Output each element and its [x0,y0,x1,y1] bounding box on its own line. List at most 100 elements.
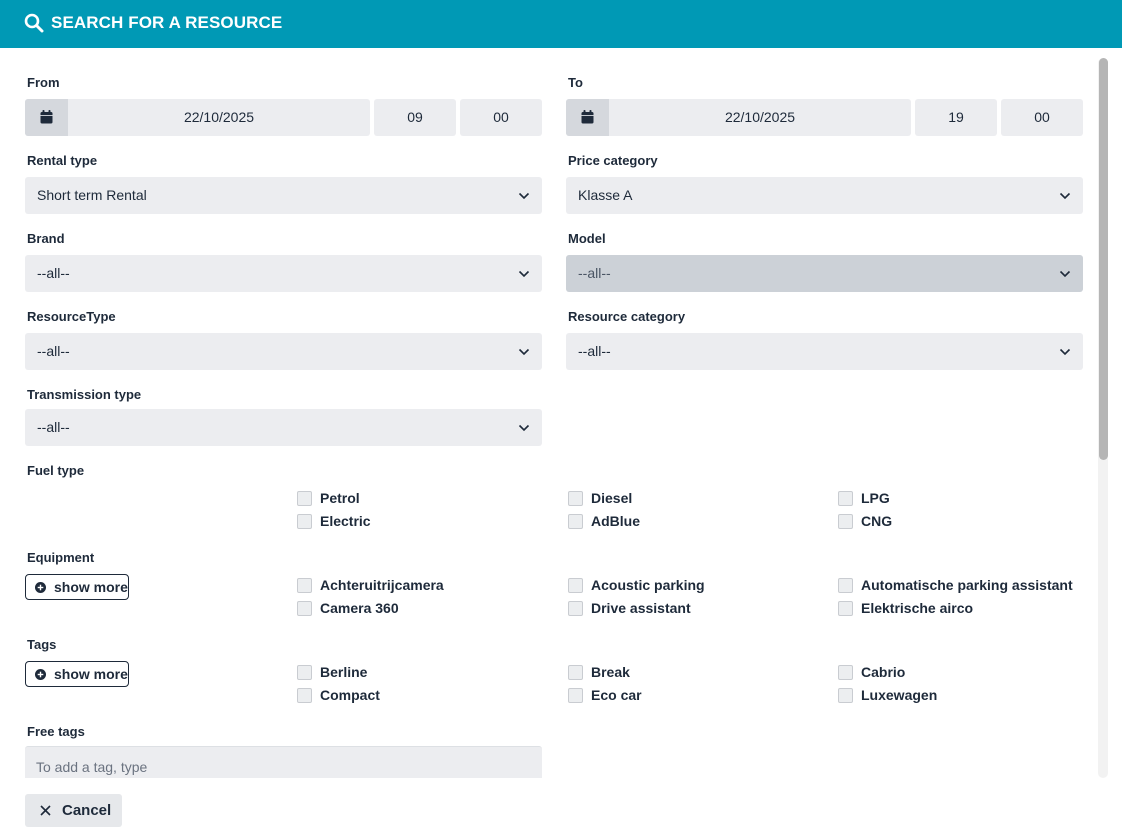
to-date-field[interactable]: 22/10/2025 [566,99,911,136]
show-more-label: show more [54,579,128,595]
checkbox[interactable] [838,490,853,506]
scrollbar-thumb[interactable] [1099,58,1108,460]
chevron-down-icon [1059,270,1071,278]
checkbox[interactable] [568,513,583,529]
chevron-down-icon [1059,192,1071,200]
equipment-option-acoustic-parking[interactable]: Acoustic parking [568,577,705,593]
transmission-type-label: Transmission type [27,387,142,402]
to-hour-value: 19 [948,109,964,125]
fuel-option-petrol[interactable]: Petrol [297,490,360,506]
equipment-label: Equipment [27,550,95,565]
checkbox[interactable] [838,687,853,703]
equipment-option-elektrische-airco[interactable]: Elektrische airco [838,600,973,616]
from-calendar-button[interactable] [25,99,68,136]
free-tags-field[interactable] [25,746,542,778]
tags-label: Tags [27,637,57,652]
tag-option-eco-car[interactable]: Eco car [568,687,642,703]
to-date-value: 22/10/2025 [724,109,796,125]
tag-option-cabrio[interactable]: Cabrio [838,664,905,680]
from-label: From [27,75,60,90]
resource-type-select[interactable]: --all-- [25,333,542,370]
dialog-title: SEARCH FOR A RESOURCE [51,13,283,32]
model-label: Model [568,231,606,246]
checkbox[interactable] [568,600,583,616]
checkbox[interactable] [838,600,853,616]
checkbox[interactable] [297,687,312,703]
rental-type-select[interactable]: Short term Rental [25,177,542,214]
checkbox[interactable] [297,664,312,680]
checkbox[interactable] [297,490,312,506]
free-tags-input[interactable] [25,747,542,778]
resource-type-value: --all-- [37,343,70,359]
brand-select[interactable]: --all-- [25,255,542,292]
resource-category-label: Resource category [568,309,686,324]
free-tags-label: Free tags [27,724,85,739]
checkbox[interactable] [297,600,312,616]
close-icon [40,805,51,816]
price-category-label: Price category [568,153,658,168]
equipment-option-achteruitrijcamera[interactable]: Achteruitrijcamera [297,577,444,593]
checkbox[interactable] [568,490,583,506]
dialog-header: SEARCH FOR A RESOURCE [0,0,1122,48]
from-date-field[interactable]: 22/10/2025 [25,99,370,136]
to-calendar-button[interactable] [566,99,609,136]
checkbox[interactable] [568,577,583,593]
plus-circle-icon [35,582,46,593]
price-category-select[interactable]: Klasse A [566,177,1083,214]
equipment-option-automatische-parking-assistant[interactable]: Automatische parking assistant [838,577,1073,593]
brand-value: --all-- [37,265,70,281]
tag-option-break[interactable]: Break [568,664,630,680]
checkbox[interactable] [568,664,583,680]
tag-option-berline[interactable]: Berline [297,664,367,680]
chevron-down-icon [518,192,530,200]
checkbox[interactable] [297,513,312,529]
fuel-option-diesel[interactable]: Diesel [568,490,632,506]
calendar-icon [40,110,53,124]
tag-option-compact[interactable]: Compact [297,687,380,703]
fuel-type-label: Fuel type [27,463,85,478]
model-value: --all-- [578,265,611,281]
checkbox[interactable] [838,513,853,529]
price-category-value: Klasse A [578,187,633,203]
equipment-show-more-button[interactable]: show more [25,574,129,600]
rental-type-label: Rental type [27,153,98,168]
show-more-label: show more [54,666,128,682]
model-select: --all-- [566,255,1083,292]
checkbox[interactable] [297,577,312,593]
to-minute-field[interactable]: 00 [1001,99,1083,136]
plus-circle-icon [35,669,46,680]
cancel-button[interactable]: Cancel [25,794,122,827]
resource-type-label: ResourceType [27,309,116,324]
from-minute-field[interactable]: 00 [460,99,542,136]
fuel-option-adblue[interactable]: AdBlue [568,513,640,529]
from-hour-field[interactable]: 09 [374,99,456,136]
checkbox[interactable] [838,577,853,593]
brand-label: Brand [27,231,65,246]
to-hour-field[interactable]: 19 [915,99,997,136]
to-minute-value: 00 [1034,109,1050,125]
chevron-down-icon [518,270,530,278]
equipment-option-camera-360[interactable]: Camera 360 [297,600,399,616]
search-icon [24,13,44,33]
from-minute-value: 00 [493,109,509,125]
tags-show-more-button[interactable]: show more [25,661,129,687]
checkbox[interactable] [568,687,583,703]
transmission-type-value: --all-- [37,419,70,435]
checkbox[interactable] [838,664,853,680]
fuel-option-cng[interactable]: CNG [838,513,892,529]
calendar-icon [581,110,594,124]
chevron-down-icon [518,348,530,356]
chevron-down-icon [1059,348,1071,356]
rental-type-value: Short term Rental [37,187,147,203]
transmission-type-select[interactable]: --all-- [25,409,542,446]
from-hour-value: 09 [407,109,423,125]
chevron-down-icon [518,424,530,432]
to-label: To [568,75,583,90]
tag-option-luxewagen[interactable]: Luxewagen [838,687,937,703]
fuel-option-lpg[interactable]: LPG [838,490,890,506]
cancel-label: Cancel [62,802,112,819]
equipment-option-drive-assistant[interactable]: Drive assistant [568,600,691,616]
resource-category-select[interactable]: --all-- [566,333,1083,370]
fuel-option-electric[interactable]: Electric [297,513,371,529]
from-date-value: 22/10/2025 [183,109,255,125]
